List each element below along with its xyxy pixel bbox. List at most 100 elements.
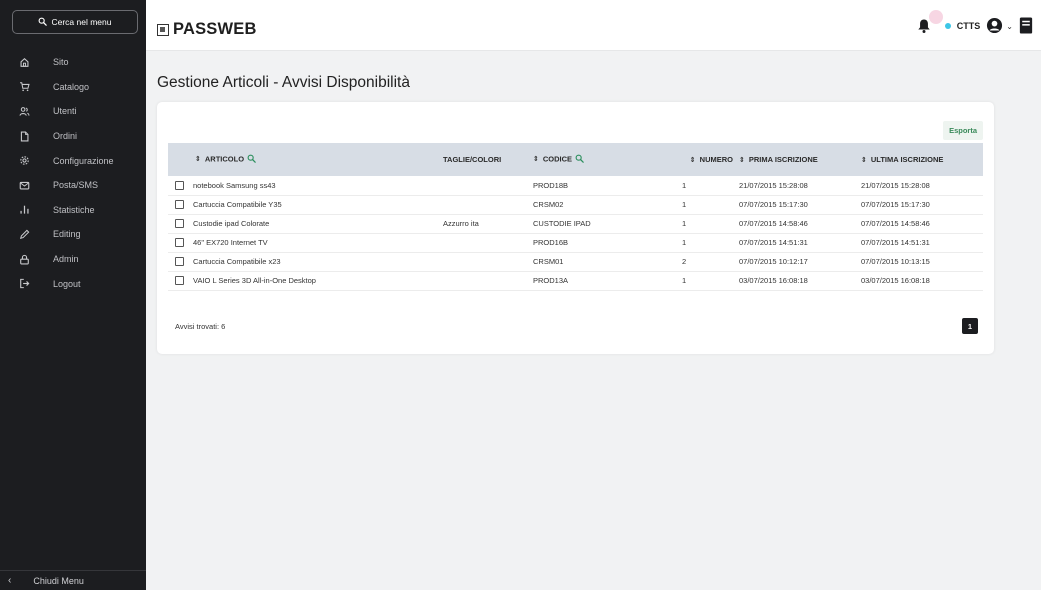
- results-count: Avvisi trovati: 6: [175, 322, 226, 331]
- row-checkbox[interactable]: [175, 181, 184, 190]
- bell-icon: [917, 19, 931, 36]
- notifications-button[interactable]: [917, 10, 943, 36]
- notification-badge: [928, 10, 943, 24]
- sidebar-item-posta-sms[interactable]: Posta/SMS: [0, 173, 146, 198]
- cell-taglie: [443, 176, 533, 195]
- row-checkbox[interactable]: [175, 238, 184, 248]
- cell-codice: PROD18B: [533, 180, 569, 190]
- user-menu-chevron-icon[interactable]: ⌄: [1006, 22, 1013, 31]
- alerts-table: ⇕ ARTICOLO TAGLIE/COLORI ⇕ CODICE ⇕ NUMERO …: [168, 143, 983, 291]
- cell-articolo: Cartuccia Compatibile x23: [193, 257, 281, 267]
- book-icon[interactable]: [1019, 16, 1033, 36]
- cell-prima: 03/07/2015 16:08:18: [739, 276, 808, 285]
- pagination-page-button[interactable]: 1: [962, 318, 978, 334]
- menu-search-label: Cerca nel menu: [51, 17, 112, 27]
- sort-icon: ⇕: [195, 156, 201, 164]
- close-menu-button[interactable]: ‹ Chiudi Menu: [0, 570, 146, 590]
- sidebar-item-configurazione[interactable]: Configurazione: [0, 148, 146, 173]
- column-header-ultima-iscrizione[interactable]: ⇕ ULTIMA ISCRIZIONE: [861, 143, 983, 176]
- cell-taglie: [443, 252, 533, 271]
- sidebar-item-label: Logout: [53, 278, 81, 289]
- results-card: Esporta ⇕ ARTICOLO TAGLIE/COLORI ⇕ CODICE …: [157, 102, 994, 354]
- sort-icon: ⇕: [533, 156, 539, 164]
- cell-numero: 1: [682, 276, 687, 285]
- column-header-numero[interactable]: ⇕ NUMERO: [682, 143, 739, 176]
- sidebar-item-statistiche[interactable]: Statistiche: [0, 198, 146, 223]
- cell-articolo: notebook Samsung ss43: [193, 181, 276, 190]
- sidebar-item-label: Sito: [53, 57, 69, 68]
- row-checkbox[interactable]: [175, 257, 184, 267]
- menu-search-button[interactable]: Cerca nel menu: [12, 10, 138, 34]
- logout-icon: [19, 278, 30, 289]
- sidebar-item-sito[interactable]: Sito: [0, 50, 146, 75]
- column-header-codice[interactable]: ⇕ CODICE: [533, 143, 682, 176]
- cell-prima: 07/07/2015 15:17:30: [739, 200, 808, 209]
- cell-numero: 1: [682, 180, 687, 190]
- cell-articolo: 46" EX720 Internet TV: [193, 238, 268, 248]
- sort-icon: ⇕: [739, 157, 745, 164]
- logo[interactable]: PASSWEB: [157, 20, 257, 39]
- sidebar-item-logout[interactable]: Logout: [0, 271, 146, 296]
- sidebar-item-label: Utenti: [53, 106, 77, 117]
- column-header-prima-iscrizione[interactable]: ⇕ PRIMA ISCRIZIONE: [739, 143, 861, 176]
- sidebar-item-label: Editing: [53, 229, 81, 240]
- table-row: Custodie ipad Colorate Azzurro ita CUSTO…: [168, 214, 983, 233]
- cell-numero: 2: [682, 257, 687, 266]
- cell-ultima: 07/07/2015 14:51:31: [861, 238, 930, 247]
- row-checkbox[interactable]: [175, 276, 184, 286]
- user-code: CTTS: [956, 21, 981, 31]
- search-icon[interactable]: [247, 154, 256, 165]
- sidebar-item-ordini[interactable]: Ordini: [0, 124, 146, 149]
- cell-taglie: [443, 271, 533, 290]
- cell-ultima: 07/07/2015 10:13:15: [861, 257, 930, 266]
- cell-codice: CRSM01: [533, 257, 564, 266]
- sidebar-item-label: Statistiche: [53, 204, 95, 215]
- cell-numero: 1: [682, 238, 687, 247]
- table-row: VAIO L Series 3D All-in-One Desktop PROD…: [168, 271, 983, 290]
- sidebar-item-editing[interactable]: Editing: [0, 222, 146, 247]
- sidebar: Cerca nel menu Sito Catalogo Utenti Ordi…: [0, 0, 146, 590]
- sidebar-item-label: Ordini: [53, 131, 78, 142]
- cell-taglie: [443, 233, 533, 252]
- sidebar-item-admin[interactable]: Admin: [0, 247, 146, 272]
- search-icon: [38, 17, 48, 28]
- cell-taglie: Azzurro ita: [443, 219, 479, 228]
- cell-articolo: Custodie ipad Colorate: [193, 219, 270, 229]
- logo-mark-icon: [157, 23, 169, 36]
- search-icon[interactable]: [575, 154, 584, 165]
- sidebar-item-label: Posta/SMS: [53, 180, 99, 191]
- sidebar-nav: Sito Catalogo Utenti Ordini Configurazio…: [0, 50, 146, 296]
- cell-ultima: 21/07/2015 15:28:08: [861, 180, 930, 190]
- column-header-taglie-colori: TAGLIE/COLORI: [443, 155, 502, 164]
- sidebar-item-utenti[interactable]: Utenti: [0, 99, 146, 124]
- cell-numero: 1: [682, 200, 687, 209]
- table-row: notebook Samsung ss43 PROD18B 1 21/07/20…: [168, 176, 983, 195]
- sidebar-item-label: Catalogo: [53, 81, 90, 92]
- row-checkbox[interactable]: [175, 219, 184, 229]
- sidebar-item-label: Configurazione: [53, 155, 114, 166]
- close-menu-label: Chiudi Menu: [33, 575, 84, 586]
- cell-prima: 07/07/2015 10:12:17: [739, 257, 808, 266]
- cell-codice: PROD16B: [533, 238, 569, 247]
- row-checkbox[interactable]: [175, 200, 184, 210]
- export-button[interactable]: Esporta: [943, 121, 983, 140]
- cell-articolo: VAIO L Series 3D All-in-One Desktop: [193, 276, 316, 286]
- chevron-left-icon: ‹: [8, 575, 12, 586]
- users-icon: [19, 106, 30, 117]
- home-icon: [19, 57, 30, 68]
- lock-icon: [19, 254, 30, 265]
- cell-ultima: 03/07/2015 16:08:18: [861, 276, 930, 285]
- sort-icon: ⇕: [861, 157, 867, 164]
- page-title: Gestione Articoli - Avvisi Disponibilità: [157, 74, 410, 91]
- online-status-dot: [944, 23, 951, 29]
- cell-taglie: [443, 195, 533, 214]
- mail-icon: [19, 180, 30, 191]
- column-header-articolo[interactable]: ⇕ ARTICOLO: [168, 143, 443, 176]
- cell-prima: 07/07/2015 14:58:46: [739, 219, 808, 228]
- table-row: Cartuccia Compatibile Y35 CRSM02 1 07/07…: [168, 195, 983, 214]
- user-avatar-icon[interactable]: [986, 17, 1003, 36]
- sidebar-item-catalogo[interactable]: Catalogo: [0, 75, 146, 100]
- table-row: Cartuccia Compatibile x23 CRSM01 2 07/07…: [168, 252, 983, 271]
- cell-ultima: 07/07/2015 15:17:30: [861, 200, 930, 209]
- table-header-row: ⇕ ARTICOLO TAGLIE/COLORI ⇕ CODICE ⇕ NUMERO …: [168, 143, 983, 176]
